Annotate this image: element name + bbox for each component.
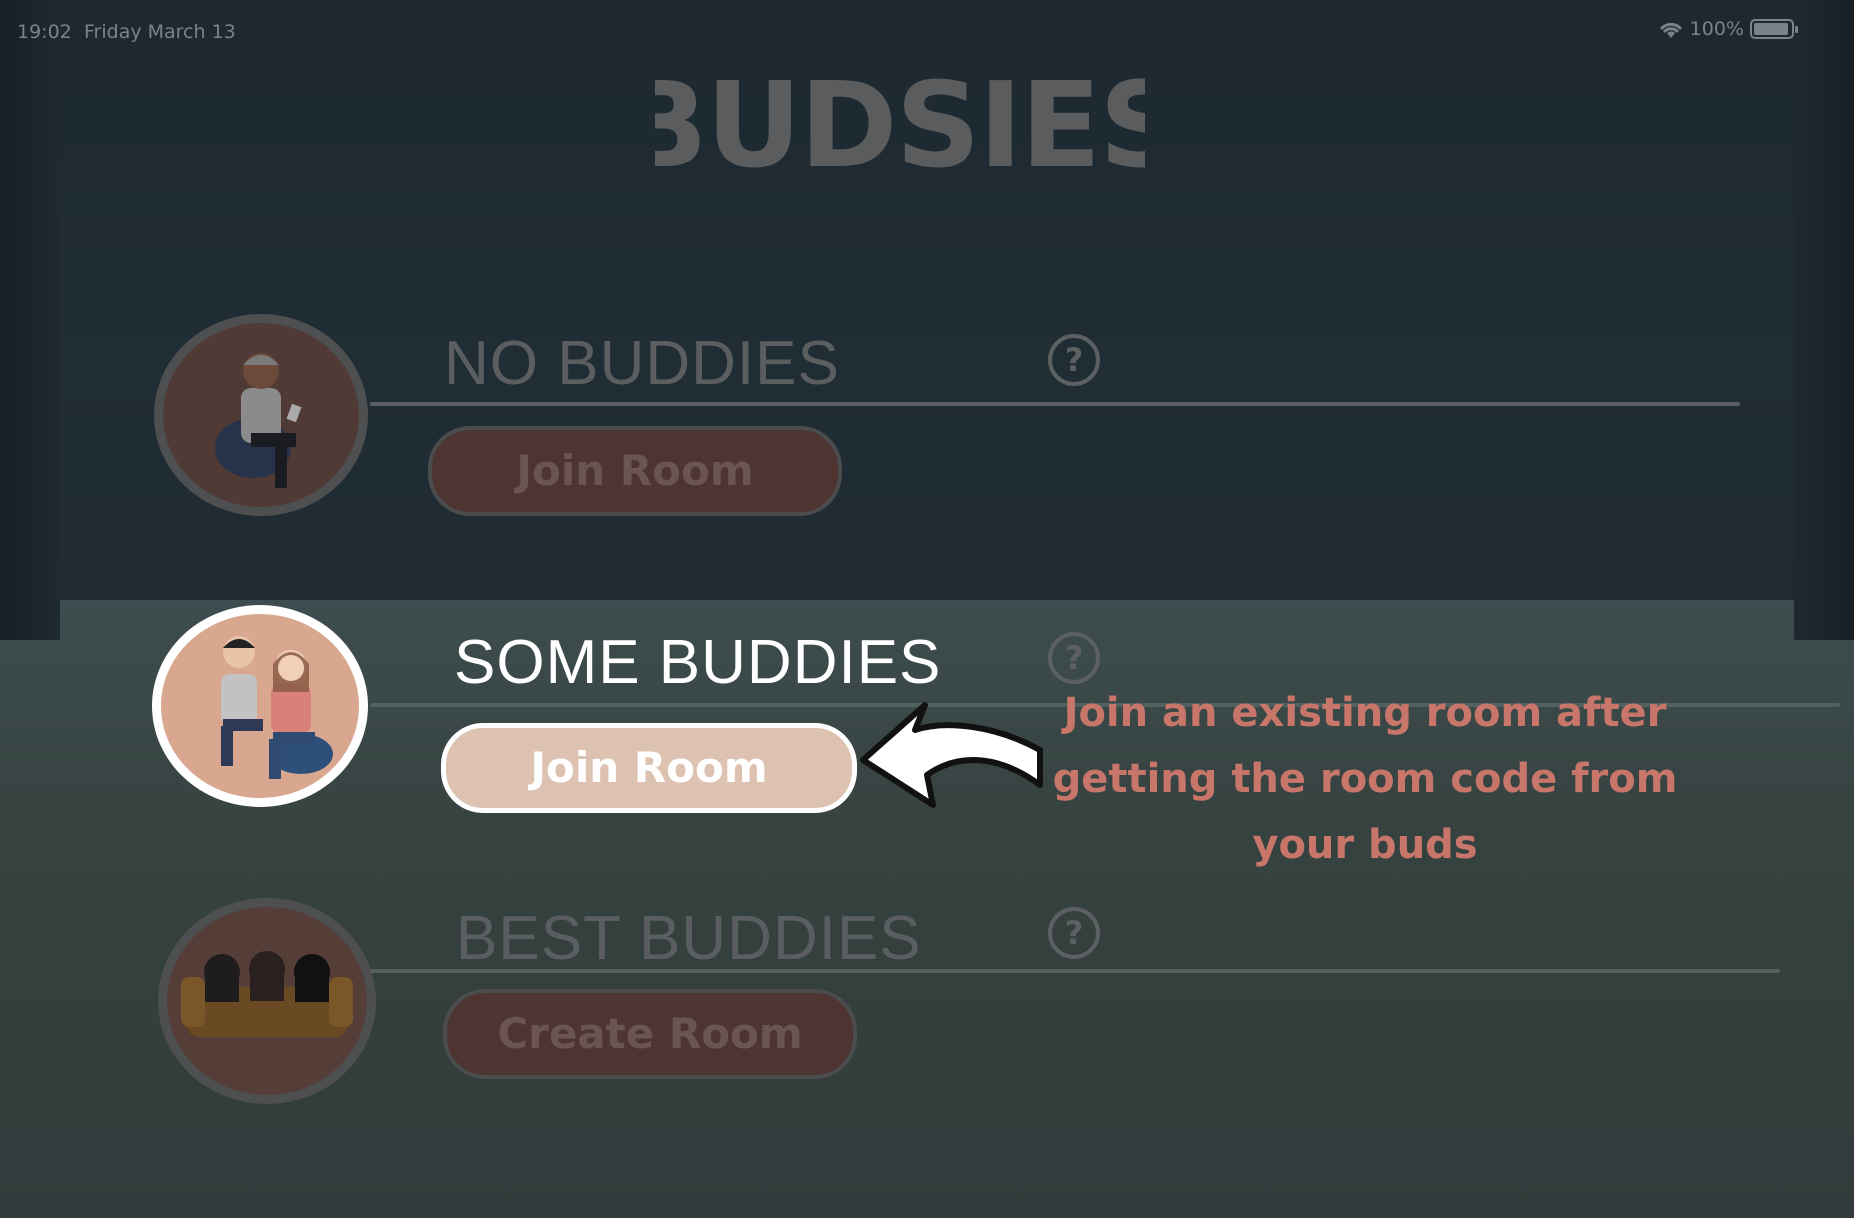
section-title-best-buddies: BEST BUDDIES <box>456 904 922 973</box>
section-title-some-buddies: SOME BUDDIES <box>454 628 942 697</box>
background-left-shadow <box>0 0 60 640</box>
avatar-some-buddies <box>152 605 368 807</box>
status-date: Friday March 13 <box>84 21 236 43</box>
help-icon-best-buddies[interactable]: ? <box>1048 907 1100 959</box>
tooltip-text: Join an existing room after getting the … <box>1045 680 1685 878</box>
help-icon-no-buddies[interactable]: ? <box>1048 334 1100 386</box>
divider-best-buddies <box>370 969 1780 973</box>
logo-text: BUDSIES <box>655 56 1145 178</box>
single-buddy-illustration <box>215 353 302 488</box>
battery-percent: 100% <box>1689 18 1744 40</box>
create-room-button-best-buddies[interactable]: Create Room <box>443 989 857 1079</box>
join-room-button-some-buddies[interactable]: Join Room <box>441 723 857 813</box>
tooltip-line-3: your buds <box>1252 822 1478 868</box>
wifi-icon <box>1660 22 1682 38</box>
help-icon-some-buddies[interactable]: ? <box>1048 632 1100 684</box>
avatar-no-buddies <box>154 314 368 516</box>
two-buddies-illustration <box>221 636 333 779</box>
section-title-no-buddies: NO BUDDIES <box>444 329 840 398</box>
join-room-button-no-buddies[interactable]: Join Room <box>428 426 842 516</box>
budsies-logo: BUDSIES <box>655 56 1145 178</box>
three-buddies-illustration <box>181 951 353 1037</box>
avatar-best-buddies <box>158 898 376 1104</box>
status-time: 19:02 <box>17 21 72 43</box>
divider-no-buddies <box>370 402 1740 406</box>
status-indicators: 100% <box>1658 18 1798 40</box>
battery-icon <box>1750 19 1798 39</box>
background-right-shadow <box>1794 0 1854 640</box>
tooltip-line-1: Join an existing room after <box>1063 690 1667 736</box>
tooltip-line-2: getting the room code from <box>1052 756 1678 802</box>
pointer-arrow <box>860 702 1043 808</box>
